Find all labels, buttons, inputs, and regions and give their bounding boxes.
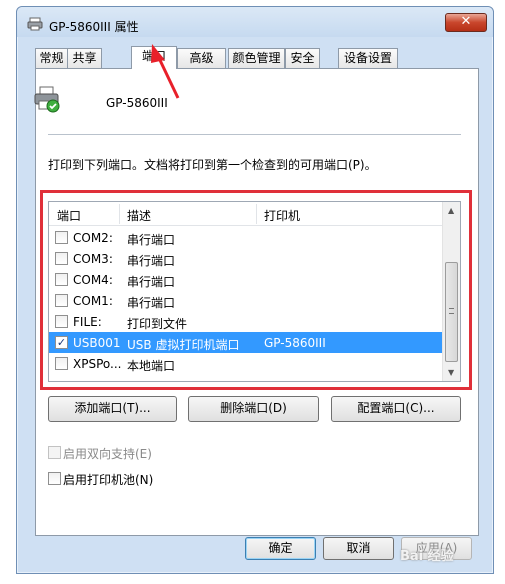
separator	[48, 134, 461, 135]
tab-advanced[interactable]: 高级	[177, 48, 226, 68]
pooling-checkbox[interactable]	[48, 472, 61, 485]
tab-device-settings[interactable]: 设备设置	[338, 48, 398, 68]
port-description: 串行端口	[127, 275, 176, 289]
port-name: USB001	[73, 336, 121, 350]
port-checkbox-checked[interactable]: ✓	[55, 336, 68, 349]
column-divider[interactable]	[119, 204, 120, 224]
title-bar: GP-5860III 属性 ✕	[17, 7, 493, 37]
port-description: USB 虚拟打印机端口	[127, 338, 240, 352]
tab-security[interactable]: 安全	[285, 48, 320, 68]
cancel-button[interactable]: 取消	[323, 537, 394, 560]
port-checkbox[interactable]	[55, 231, 68, 244]
watermark: Bai 经验	[400, 549, 454, 564]
printer-icon	[27, 17, 43, 31]
ports-list-header: 端口 描述 打印机	[49, 202, 443, 226]
tab-general[interactable]: 常规	[35, 48, 68, 68]
port-checkbox[interactable]	[55, 294, 68, 307]
port-name: XPSPo...	[73, 357, 122, 371]
port-row[interactable]: COM3: 串行端口	[49, 248, 443, 269]
ports-description: 打印到下列端口。文档将打印到第一个检查到的可用端口(P)。	[48, 158, 377, 172]
port-description: 串行端口	[127, 233, 176, 247]
port-description: 串行端口	[127, 254, 176, 268]
port-row[interactable]: XPSPo... 本地端口	[49, 353, 443, 374]
port-name: COM2:	[73, 231, 113, 245]
port-row-selected[interactable]: ✓ USB001 USB 虚拟打印机端口 GP-5860III	[49, 332, 443, 353]
column-divider[interactable]	[256, 204, 257, 224]
port-name: COM3:	[73, 252, 113, 266]
port-row[interactable]: COM1: 串行端口	[49, 290, 443, 311]
port-name: FILE:	[73, 315, 102, 329]
printer-name: GP-5860III	[106, 96, 168, 110]
port-checkbox[interactable]	[55, 252, 68, 265]
scroll-thumb[interactable]	[445, 262, 458, 362]
scroll-up-icon[interactable]: ▲	[448, 206, 454, 215]
window-title: GP-5860III 属性	[49, 20, 139, 34]
tab-sharing[interactable]: 共享	[67, 48, 102, 68]
ports-list[interactable]: 端口 描述 打印机 COM2: 串行端口 COM3: 串行端口 COM4: 串行…	[48, 201, 461, 382]
bidirectional-checkbox[interactable]	[48, 446, 61, 459]
port-row[interactable]: COM2: 串行端口	[49, 227, 443, 248]
port-checkbox[interactable]	[55, 357, 68, 370]
scroll-down-icon[interactable]: ▼	[448, 368, 454, 377]
column-description[interactable]: 描述	[127, 207, 151, 224]
add-port-button[interactable]: 添加端口(T)...	[48, 396, 177, 422]
tab-ports[interactable]: 端口	[131, 46, 177, 69]
pooling-label: 启用打印机池(N)	[63, 473, 154, 487]
port-checkbox[interactable]	[55, 315, 68, 328]
port-name: COM4:	[73, 273, 113, 287]
port-checkbox[interactable]	[55, 273, 68, 286]
tab-color-management[interactable]: 颜色管理	[228, 48, 285, 68]
port-description: 串行端口	[127, 296, 176, 310]
ok-button[interactable]: 确定	[245, 537, 316, 560]
grip-icon	[449, 308, 454, 314]
port-printer: GP-5860III	[264, 336, 326, 350]
port-row[interactable]: COM4: 串行端口	[49, 269, 443, 290]
vertical-scrollbar[interactable]: ▲ ▼	[442, 202, 460, 381]
configure-port-button[interactable]: 配置端口(C)...	[331, 396, 461, 422]
delete-port-button[interactable]: 删除端口(D)	[188, 396, 319, 422]
port-description: 打印到文件	[127, 317, 188, 331]
port-row[interactable]: FILE: 打印到文件	[49, 311, 443, 332]
bidirectional-label: 启用双向支持(E)	[63, 447, 152, 461]
port-description: 本地端口	[127, 359, 176, 373]
port-name: COM1:	[73, 294, 113, 308]
printer-icon	[34, 86, 60, 113]
close-button[interactable]: ✕	[445, 13, 487, 32]
column-printer[interactable]: 打印机	[264, 207, 300, 224]
column-port[interactable]: 端口	[57, 207, 81, 224]
